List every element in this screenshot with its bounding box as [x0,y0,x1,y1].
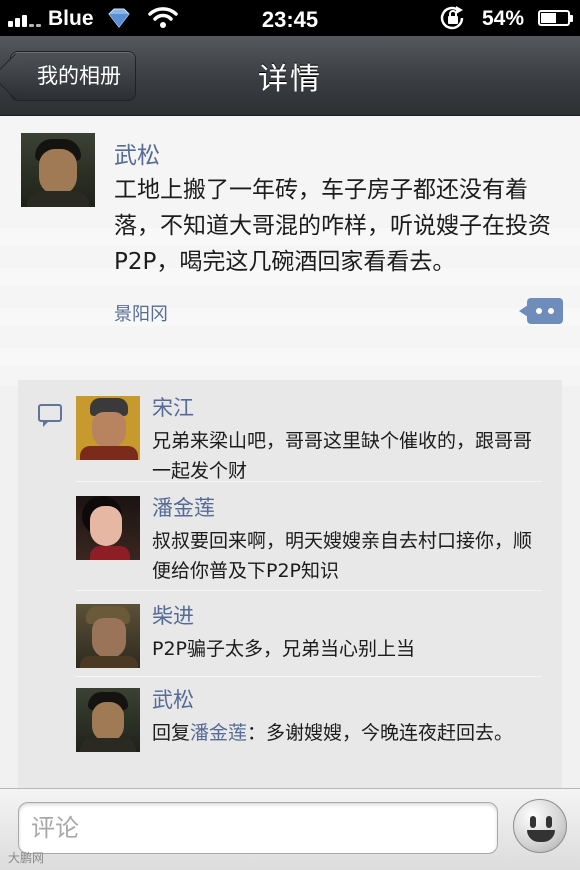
divider [76,590,542,591]
comment-text: 叔叔要回来啊，明天嫂嫂亲自去村口接你，顺便给你普及下P2P知识 [152,530,533,582]
comment-author[interactable]: 潘金莲 [152,492,215,522]
reply-prefix: 回复 [152,722,191,744]
comment-author[interactable]: 柴进 [152,600,194,630]
navigation-bar: 我的相册 详情 [0,36,580,116]
avatar[interactable] [76,688,140,752]
comment-bubble-icon [38,404,62,427]
rotation-lock-icon [439,5,467,37]
emoji-button[interactable] [513,799,567,853]
avatar[interactable] [76,496,140,560]
post-location[interactable]: 景阳冈 [114,300,168,326]
comment-input[interactable] [18,802,498,854]
comment-author[interactable]: 武松 [152,684,194,714]
divider [76,676,542,677]
post-author-name[interactable]: 武松 [114,136,160,170]
avatar[interactable] [21,133,95,207]
status-bar: Blue 23:45 54% [0,0,580,36]
battery-percentage: 54% [482,7,525,30]
list-item[interactable]: 潘金莲 叔叔要回来啊，明天嫂嫂亲自去村口接你，顺便给你普及下P2P知识 [76,492,542,582]
list-item[interactable]: 柴进 P2P骗子太多，兄弟当心别上当 [76,600,542,670]
list-item[interactable]: 宋江 兄弟来梁山吧，哥哥这里缺个催收的，跟哥哥一起发个财 [76,392,542,482]
divider [76,481,542,482]
comments-panel: 宋江 兄弟来梁山吧，哥哥这里缺个催收的，跟哥哥一起发个财 潘金莲 叔叔要回来啊，… [18,380,562,790]
comment-text: P2P骗子太多，兄弟当心别上当 [152,638,416,660]
more-dots-icon[interactable] [519,298,563,324]
post-text: 工地上搬了一年砖，车子房子都还没有着落，不知道大哥混的咋样，听说嫂子在投资P2P… [114,177,551,275]
avatar[interactable] [76,604,140,668]
smiley-icon [530,816,536,828]
avatar[interactable] [76,396,140,460]
comment-author[interactable]: 宋江 [152,392,194,422]
watermark-logo: 大鹏网 [8,851,45,865]
comment-input-bar [0,788,580,870]
comment-text: 回复潘金莲：多谢嫂嫂，今晚连夜赶回去。 [152,718,542,748]
reply-target[interactable]: 潘金莲 [190,722,247,744]
list-item[interactable]: 武松 回复潘金莲：多谢嫂嫂，今晚连夜赶回去。 [76,684,542,780]
battery-icon [538,10,573,26]
comment-text: 兄弟来梁山吧，哥哥这里缺个催收的，跟哥哥一起发个财 [152,430,533,482]
page-title: 详情 [258,62,322,97]
moment-post: 武松 工地上搬了一年砖，车子房子都还没有着落，不知道大哥混的咋样，听说嫂子在投资… [0,116,580,386]
reply-text: ：多谢嫂嫂，今晚连夜赶回去。 [247,722,514,744]
